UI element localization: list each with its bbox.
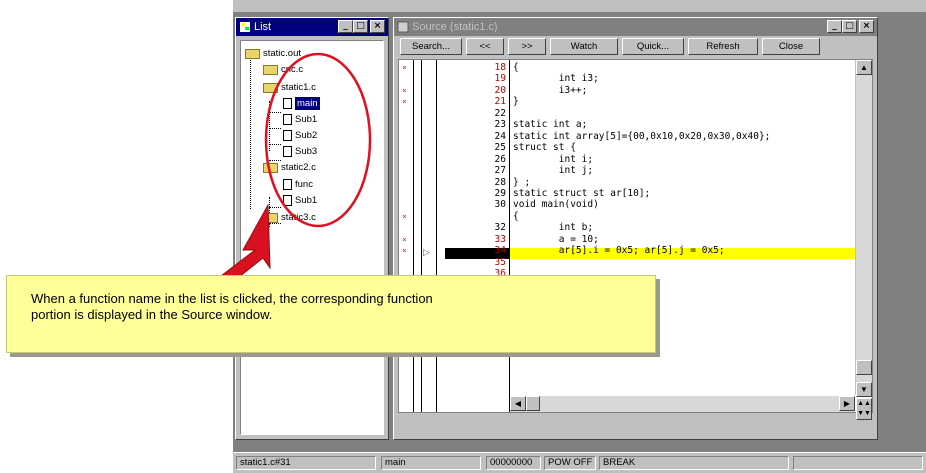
annotation-overlay	[169, 52, 372, 326]
callout-note: When a function name in the list is clic…	[6, 275, 656, 353]
highlight-ellipse	[264, 52, 372, 228]
callout-text-line2: portion is displayed in the Source windo…	[31, 307, 273, 322]
callout-text-line1: When a function name in the list is clic…	[31, 291, 433, 306]
